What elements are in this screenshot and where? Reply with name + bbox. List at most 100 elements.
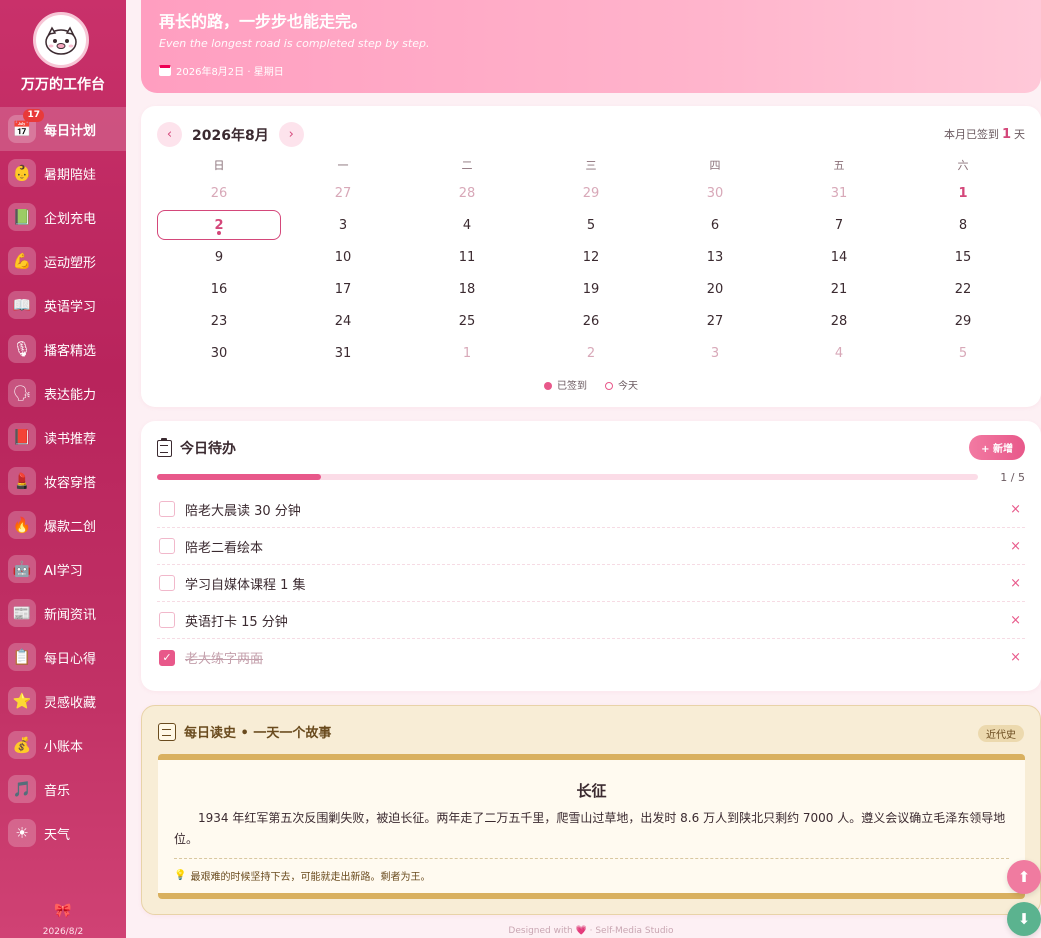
scroll-bottom-button[interactable]: ⬇: [1007, 902, 1041, 936]
prev-month-button[interactable]: ‹: [157, 122, 182, 147]
todo-title: 今日待办: [180, 441, 236, 457]
calendar-day[interactable]: 14: [777, 241, 901, 273]
sidebar-item-13[interactable]: ⭐ 灵感收藏: [0, 679, 126, 723]
calendar-day[interactable]: 4: [777, 337, 901, 369]
sidebar-item-16[interactable]: ☀ 天气: [0, 811, 126, 855]
sidebar-item-label: 暑期陪娃: [44, 167, 97, 183]
story-box: 长征 1934 年红军第五次反围剿失败，被迫长征。两年走了二万五千里，爬雪山过草…: [158, 754, 1025, 899]
calendar-day[interactable]: 26: [529, 305, 653, 337]
calendar-day[interactable]: 21: [777, 273, 901, 305]
weekday-label: 三: [585, 159, 597, 172]
signed-suffix: 天: [1014, 128, 1025, 141]
calendar-day[interactable]: 16: [157, 273, 281, 305]
calendar-day[interactable]: 15: [901, 241, 1025, 273]
calendar-day[interactable]: 2: [157, 210, 281, 240]
calendar-day[interactable]: 27: [653, 305, 777, 337]
calendar-legend: 已签到 今天: [141, 377, 1041, 392]
sidebar-item-1[interactable]: 👶 暑期陪娃: [0, 151, 126, 195]
story-divider: [174, 858, 1009, 859]
delete-todo-button[interactable]: ×: [1010, 576, 1021, 591]
calendar-day[interactable]: 6: [653, 209, 777, 241]
calendar-day[interactable]: 22: [901, 273, 1025, 305]
sidebar-item-6[interactable]: 🗣 表达能力: [0, 371, 126, 415]
sidebar-item-12[interactable]: 📋 每日心得: [0, 635, 126, 679]
todo-item: 学习自媒体课程 1 集 ×: [157, 565, 1025, 602]
sidebar-nav: 📅 17 每日计划 👶 暑期陪娃 📗 企划充电 💪 运动塑形 📖 英语学习 🎙 播客精选 🗣 表达能力 📕 读书…: [0, 107, 126, 855]
add-todo-button[interactable]: + 新增: [969, 435, 1025, 460]
sidebar-item-label: 音乐: [44, 783, 71, 799]
todo-checkbox[interactable]: [159, 612, 175, 628]
calendar-day[interactable]: 1: [901, 177, 1025, 209]
calendar-day[interactable]: 26: [157, 177, 281, 209]
calendar-day[interactable]: 10: [281, 241, 405, 273]
todo-checkbox[interactable]: [159, 538, 175, 554]
calendar-day[interactable]: 3: [653, 337, 777, 369]
sidebar-item-0[interactable]: 📅 17 每日计划: [0, 107, 126, 151]
calendar-day[interactable]: 12: [529, 241, 653, 273]
sidebar-item-9[interactable]: 🔥 爆款二创: [0, 503, 126, 547]
calendar-day[interactable]: 27: [281, 177, 405, 209]
sidebar-item-label: 读书推荐: [44, 431, 97, 447]
calendar-day[interactable]: 1: [405, 337, 529, 369]
sidebar-item-8[interactable]: 💄 妆容穿搭: [0, 459, 126, 503]
todo-checkbox[interactable]: [159, 575, 175, 591]
sidebar-item-15[interactable]: 🎵 音乐: [0, 767, 126, 811]
motto-subtitle: Even the longest road is completed step …: [159, 37, 430, 50]
next-month-button[interactable]: ›: [278, 122, 304, 147]
calendar-day[interactable]: 18: [405, 273, 529, 305]
calendar-day[interactable]: 13: [653, 241, 777, 273]
calendar-day[interactable]: 23: [157, 305, 281, 337]
calendar-day[interactable]: 29: [529, 177, 653, 209]
calendar-day[interactable]: 5: [901, 337, 1025, 369]
legend-signed: 已签到: [544, 377, 587, 392]
calendar-day[interactable]: 24: [281, 305, 405, 337]
todo-progress-fill: [157, 474, 322, 480]
calendar-day[interactable]: 4: [405, 209, 529, 241]
calendar-day[interactable]: 17: [281, 273, 405, 305]
calendar-day[interactable]: 30: [157, 337, 281, 369]
banner-date-text: 2026年8月2日 · 星期日: [176, 67, 284, 78]
sidebar-item-14[interactable]: 💰 小账本: [0, 723, 126, 767]
delete-todo-button[interactable]: ×: [1010, 502, 1021, 517]
delete-todo-button[interactable]: ×: [1010, 539, 1021, 554]
sidebar-item-5[interactable]: 🎙 播客精选: [0, 327, 126, 371]
sidebar-item-10[interactable]: 🤖 AI学习: [0, 547, 126, 591]
calendar-day[interactable]: 9: [157, 241, 281, 273]
calendar-day[interactable]: 31: [281, 337, 405, 369]
history-header: 每日读史 • 一天一个故事: [158, 722, 331, 741]
nav-icon: ☀: [8, 819, 36, 847]
calendar-day[interactable]: 29: [901, 305, 1025, 337]
sidebar-item-7[interactable]: 📕 读书推荐: [0, 415, 126, 459]
sidebar-item-11[interactable]: 📰 新闻资讯: [0, 591, 126, 635]
calendar-day[interactable]: 2: [529, 337, 653, 369]
delete-todo-button[interactable]: ×: [1010, 650, 1021, 665]
calendar-day[interactable]: 30: [653, 177, 777, 209]
todo-text: 英语打卡 15 分钟: [185, 614, 288, 630]
sidebar-item-2[interactable]: 📗 企划充电: [0, 195, 126, 239]
nav-icon: 📰: [8, 599, 36, 627]
todo-checkbox[interactable]: [159, 501, 175, 517]
sidebar-item-4[interactable]: 📖 英语学习: [0, 283, 126, 327]
calendar-day[interactable]: 8: [901, 209, 1025, 241]
motto-title: 再长的路，一步步也能走完。: [159, 12, 368, 31]
nav-icon: 🎵: [8, 775, 36, 803]
todo-checkbox[interactable]: ✓: [159, 649, 175, 666]
calendar-day[interactable]: 31: [777, 177, 901, 209]
calendar-day[interactable]: 3: [281, 209, 405, 241]
calendar-day[interactable]: 25: [405, 305, 529, 337]
calendar-day[interactable]: 28: [777, 305, 901, 337]
calendar-day[interactable]: 20: [653, 273, 777, 305]
sidebar-item-3[interactable]: 💪 运动塑形: [0, 239, 126, 283]
sidebar-item-label: 小账本: [44, 739, 84, 755]
calendar-day[interactable]: 7: [777, 209, 901, 241]
calendar-day[interactable]: 19: [529, 273, 653, 305]
calendar-day[interactable]: 28: [405, 177, 529, 209]
avatar[interactable]: [33, 12, 89, 68]
sidebar-item-label: 表达能力: [44, 387, 97, 403]
delete-todo-button[interactable]: ×: [1010, 613, 1021, 628]
calendar-day[interactable]: 11: [405, 241, 529, 273]
sidebar-item-label: 爆款二创: [44, 519, 97, 535]
scroll-top-button[interactable]: ⬆: [1007, 860, 1041, 894]
sidebar-item-label: 企划充电: [44, 211, 97, 227]
calendar-day[interactable]: 5: [529, 209, 653, 241]
